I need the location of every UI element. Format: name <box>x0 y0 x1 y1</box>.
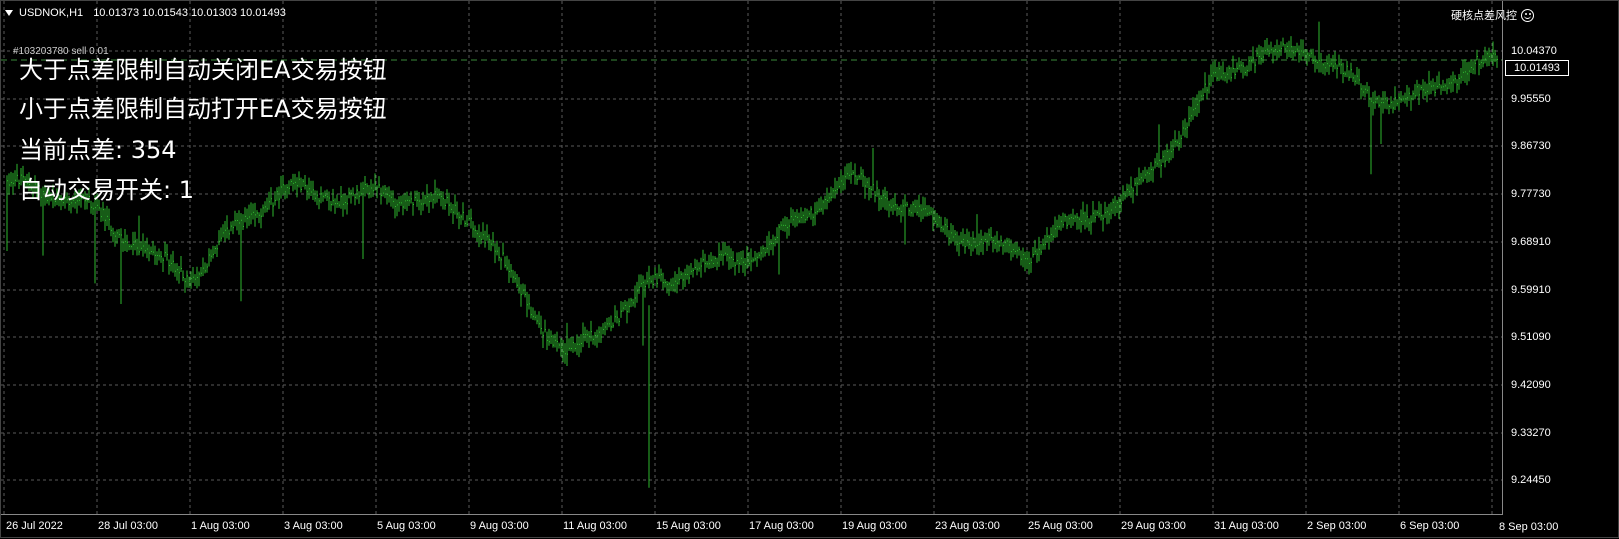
overlay-text-close-ea: 大于点差限制自动关闭EA交易按钮 <box>19 56 387 84</box>
overlay-text-autotrade-switch: 自动交易开关: 1 <box>19 176 194 204</box>
time-label: 11 Aug 03:00 <box>563 520 628 532</box>
time-label-last: 8 Sep 03:00 <box>1499 521 1559 533</box>
ohlc-values: 10.01373 10.01543 10.01303 10.01493 <box>93 7 286 19</box>
time-axis[interactable]: 26 Jul 2022 28 Jul 03:00 1 Aug 03:00 3 A… <box>1 515 1503 539</box>
symbol-label: USDNOK,H1 <box>19 7 84 19</box>
time-label: 26 Jul 2022 <box>6 520 63 532</box>
time-label: 1 Aug 03:00 <box>191 520 250 532</box>
time-label: 25 Aug 03:00 <box>1028 520 1093 532</box>
time-label: 31 Aug 03:00 <box>1214 520 1279 532</box>
time-label: 28 Jul 03:00 <box>98 520 158 532</box>
price-label: 9.33270 <box>1511 427 1551 439</box>
price-label: 9.24450 <box>1511 474 1551 486</box>
time-label: 29 Aug 03:00 <box>1121 520 1186 532</box>
price-label: 9.95550 <box>1511 93 1551 105</box>
overlay-text-open-ea: 小于点差限制自动打开EA交易按钮 <box>19 95 387 123</box>
price-label: 9.42090 <box>1511 379 1551 391</box>
chart-header: USDNOK,H1 10.01373 10.01543 10.01303 10.… <box>5 7 286 19</box>
time-label: 17 Aug 03:00 <box>749 520 814 532</box>
dropdown-triangle-icon[interactable] <box>5 10 13 16</box>
overlay-text-current-spread: 当前点差: 354 <box>19 136 177 164</box>
price-label: 10.04370 <box>1511 45 1557 57</box>
chart-window[interactable]: USDNOK,H1 10.01373 10.01543 10.01303 10.… <box>0 0 1619 538</box>
current-price-tag: 10.01493 <box>1505 60 1569 76</box>
price-label: 9.86730 <box>1511 140 1551 152</box>
price-label: 9.59910 <box>1511 284 1551 296</box>
time-label: 5 Aug 03:00 <box>377 520 436 532</box>
price-label: 9.68910 <box>1511 236 1551 248</box>
price-label: 9.51090 <box>1511 331 1551 343</box>
time-label: 2 Sep 03:00 <box>1307 520 1367 532</box>
price-label: 9.77730 <box>1511 188 1551 200</box>
time-label: 9 Aug 03:00 <box>470 520 529 532</box>
time-label: 15 Aug 03:00 <box>656 520 721 532</box>
time-label: 19 Aug 03:00 <box>842 520 907 532</box>
price-axis[interactable]: 10.04370 9.95550 9.86730 9.77730 9.68910… <box>1503 1 1619 515</box>
time-label: 6 Sep 03:00 <box>1400 520 1460 532</box>
time-label: 3 Aug 03:00 <box>284 520 343 532</box>
time-label: 23 Aug 03:00 <box>935 520 1000 532</box>
